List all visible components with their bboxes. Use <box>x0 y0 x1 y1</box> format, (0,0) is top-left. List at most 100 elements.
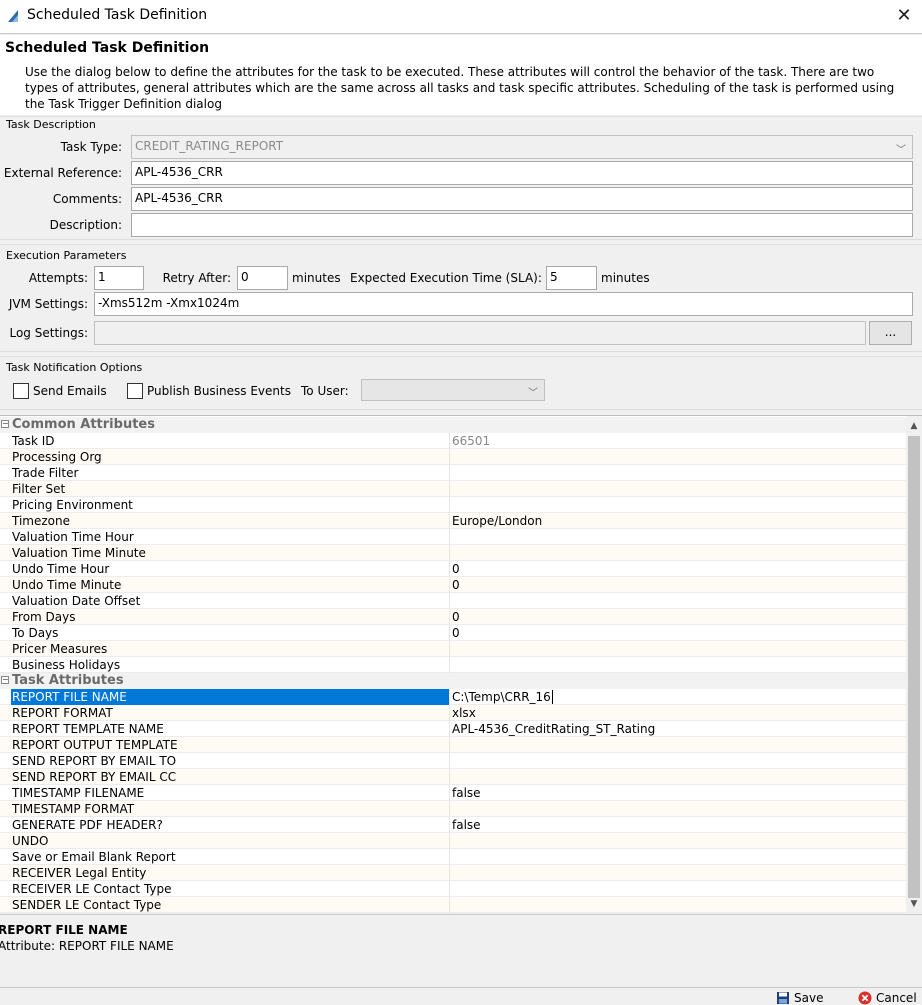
attribute-value-cell[interactable] <box>451 465 906 481</box>
table-row[interactable]: REPORT OUTPUT TEMPLATE <box>0 737 906 753</box>
table-row[interactable]: UNDO <box>0 833 906 849</box>
table-row[interactable]: SEND REPORT BY EMAIL TO <box>0 753 906 769</box>
scroll-up-icon[interactable]: ▲ <box>906 418 922 434</box>
attribute-name-cell: Filter Set <box>11 481 450 497</box>
table-row[interactable]: RECEIVER LE Contact Type <box>0 881 906 897</box>
table-row[interactable]: Pricing Environment <box>0 497 906 513</box>
table-row[interactable]: TIMESTAMP FORMAT <box>0 801 906 817</box>
send-emails-checkbox[interactable] <box>13 383 29 399</box>
dialog-title: Scheduled Task Definition <box>5 40 210 56</box>
attempts-input[interactable]: 1 <box>94 266 144 290</box>
attributes-grid: − Common Attributes Task ID 66501 Processing… <box>0 415 922 913</box>
attribute-value-cell[interactable]: 0 <box>451 561 906 577</box>
attribute-value-cell[interactable] <box>451 801 906 817</box>
table-row[interactable]: Valuation Date Offset <box>0 593 906 609</box>
close-icon[interactable]: ✕ <box>892 4 916 28</box>
attribute-value-cell[interactable]: 0 <box>451 609 906 625</box>
table-row[interactable]: Save or Email Blank Report <box>0 849 906 865</box>
attribute-name-cell: Valuation Date Offset <box>11 593 450 609</box>
attribute-value-cell[interactable] <box>451 497 906 513</box>
attribute-value-cell[interactable] <box>451 657 906 673</box>
attribute-value-cell[interactable] <box>451 641 906 657</box>
attribute-value-cell[interactable] <box>451 593 906 609</box>
attribute-value-cell[interactable]: Europe/London <box>451 513 906 529</box>
table-row[interactable]: Undo Time Hour 0 <box>0 561 906 577</box>
task-type-select[interactable]: CREDIT_RATING_REPORT ﹀ <box>131 135 913 159</box>
scroll-down-icon[interactable]: ▼ <box>906 896 922 912</box>
table-row[interactable]: Undo Time Minute 0 <box>0 577 906 593</box>
retry-after-input[interactable]: 0 <box>237 266 288 290</box>
cancel-label: Cancel <box>876 991 917 1005</box>
attribute-value-text: false <box>452 786 481 800</box>
attribute-value-cell[interactable] <box>451 753 906 769</box>
attribute-info-title: REPORT FILE NAME <box>0 923 128 937</box>
table-row[interactable]: Trade Filter <box>0 465 906 481</box>
table-row[interactable]: From Days 0 <box>0 609 906 625</box>
table-row[interactable]: Pricer Measures <box>0 641 906 657</box>
cancel-button[interactable]: Cancel <box>858 991 917 1005</box>
external-reference-input[interactable]: APL-4536_CRR <box>131 161 913 185</box>
attribute-value-cell[interactable] <box>451 897 906 913</box>
attribute-value-cell[interactable]: 66501 <box>451 433 906 449</box>
attribute-value-cell[interactable] <box>451 481 906 497</box>
publish-business-events-checkbox[interactable] <box>127 383 143 399</box>
attribute-value-cell[interactable] <box>451 449 906 465</box>
table-row[interactable]: REPORT FILE NAME C:\Temp\CRR_16 <box>0 689 906 705</box>
to-user-select[interactable]: ﹀ <box>361 379 545 401</box>
scrollbar-thumb[interactable] <box>908 436 920 898</box>
attribute-value-cell[interactable] <box>451 545 906 561</box>
comments-input[interactable]: APL-4536_CRR <box>131 187 913 211</box>
table-row[interactable]: RECEIVER Legal Entity <box>0 865 906 881</box>
table-row[interactable]: Processing Org <box>0 449 906 465</box>
sla-input[interactable]: 5 <box>546 266 597 290</box>
attribute-info-panel: REPORT FILE NAME Attribute: REPORT FILE … <box>0 914 922 986</box>
table-row[interactable]: To Days 0 <box>0 625 906 641</box>
log-settings-input[interactable] <box>94 321 866 345</box>
table-row[interactable]: GENERATE PDF HEADER? false <box>0 817 906 833</box>
table-row[interactable]: Filter Set <box>0 481 906 497</box>
grid-section-header[interactable]: − Common Attributes <box>0 417 906 433</box>
attribute-value-cell[interactable]: false <box>451 785 906 801</box>
attribute-value-cell[interactable] <box>451 529 906 545</box>
table-row[interactable]: REPORT TEMPLATE NAME APL-4536_CreditRatin… <box>0 721 906 737</box>
notification-group-label: Task Notification Options <box>6 361 143 374</box>
table-row[interactable]: Timezone Europe/London <box>0 513 906 529</box>
table-row[interactable]: Business Holidays <box>0 657 906 673</box>
grid-vertical-scrollbar[interactable]: ▲ ▼ <box>906 416 922 913</box>
attribute-value-cell[interactable]: xlsx <box>451 705 906 721</box>
title-bar: Scheduled Task Definition ✕ <box>0 0 922 34</box>
attribute-value-cell[interactable] <box>451 833 906 849</box>
attribute-value-cell[interactable] <box>451 865 906 881</box>
attribute-value-cell[interactable]: 0 <box>451 625 906 641</box>
attribute-value-cell[interactable] <box>451 737 906 753</box>
table-row[interactable]: Task ID 66501 <box>0 433 906 449</box>
save-button[interactable]: Save <box>776 991 823 1005</box>
chevron-down-icon: ﹀ <box>896 145 906 156</box>
floppy-disk-icon <box>777 992 789 1004</box>
attribute-value-cell[interactable] <box>451 881 906 897</box>
attribute-value-text: 0 <box>452 610 460 624</box>
table-row[interactable]: Valuation Time Minute <box>0 545 906 561</box>
attribute-value-cell[interactable]: C:\Temp\CRR_16 <box>451 689 906 705</box>
description-input[interactable] <box>131 213 913 237</box>
attribute-name-cell: REPORT OUTPUT TEMPLATE <box>11 737 450 753</box>
attribute-name-cell: Task ID <box>11 433 450 449</box>
attribute-value-cell[interactable]: 0 <box>451 577 906 593</box>
collapse-icon[interactable]: − <box>1 420 9 428</box>
attribute-value-cell[interactable] <box>451 769 906 785</box>
collapse-icon[interactable]: − <box>1 676 9 684</box>
attribute-info-description: Attribute: REPORT FILE NAME <box>0 939 174 953</box>
table-row[interactable]: SEND REPORT BY EMAIL CC <box>0 769 906 785</box>
table-row[interactable]: TIMESTAMP FILENAME false <box>0 785 906 801</box>
table-row[interactable]: REPORT FORMAT xlsx <box>0 705 906 721</box>
table-row[interactable]: Valuation Time Hour <box>0 529 906 545</box>
attribute-value-cell[interactable]: false <box>451 817 906 833</box>
attribute-name-cell: REPORT TEMPLATE NAME <box>11 721 450 737</box>
attribute-value-cell[interactable] <box>451 849 906 865</box>
attribute-value-cell[interactable]: APL-4536_CreditRating_ST_Rating <box>451 721 906 737</box>
grid-section-header[interactable]: − Task Attributes <box>0 673 906 689</box>
jvm-settings-input[interactable]: -Xms512m -Xmx1024m <box>94 292 913 316</box>
attribute-value-text: 0 <box>452 626 460 640</box>
log-settings-browse-button[interactable]: ... <box>869 321 912 345</box>
table-row[interactable]: SENDER LE Contact Type <box>0 897 906 913</box>
